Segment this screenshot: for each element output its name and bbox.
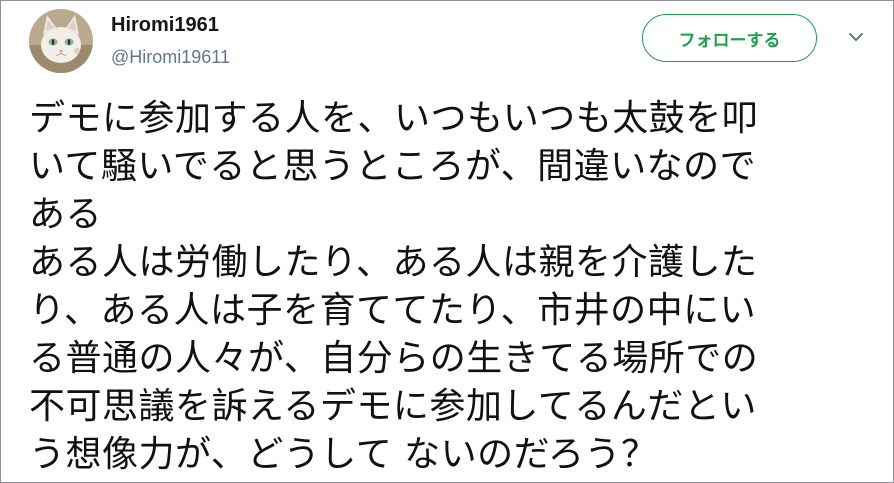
more-options-button[interactable]	[846, 27, 866, 47]
tweet-text-line: 不可思議を訴えるデモに参加してるんだとい	[29, 386, 757, 427]
tweet-card: Hiromi1961 @Hiromi19611 フォローする デモに参加する人を…	[0, 0, 894, 483]
cat-avatar-icon	[29, 9, 93, 73]
tweet-text-line: ある	[29, 194, 103, 235]
tweet-text: デモに参加する人を、いつもいつも太鼓を叩 いて騒いでると思うところが、間違いなの…	[29, 95, 879, 479]
tweet-text-line: ある人は労働したり、ある人は親を介護した	[29, 242, 758, 283]
tweet-text-line: う想像力が、どうして ないのだろう？	[29, 434, 658, 475]
user-avatar[interactable]	[29, 9, 93, 73]
user-handle[interactable]: @Hiromi19611	[111, 46, 230, 68]
display-name[interactable]: Hiromi1961	[111, 13, 219, 37]
tweet-text-line: る普通の人々が、自分らの生きてる場所での	[29, 338, 759, 379]
tweet-text-line: いて騒いでると思うところが、間違いなので	[29, 146, 757, 187]
follow-button[interactable]: フォローする	[642, 14, 817, 62]
tweet-text-line: り、ある人は子を育ててたり、市井の中にい	[29, 290, 757, 331]
tweet-text-line: デモに参加する人を、いつもいつも太鼓を叩	[29, 98, 759, 139]
chevron-down-icon	[849, 33, 863, 41]
